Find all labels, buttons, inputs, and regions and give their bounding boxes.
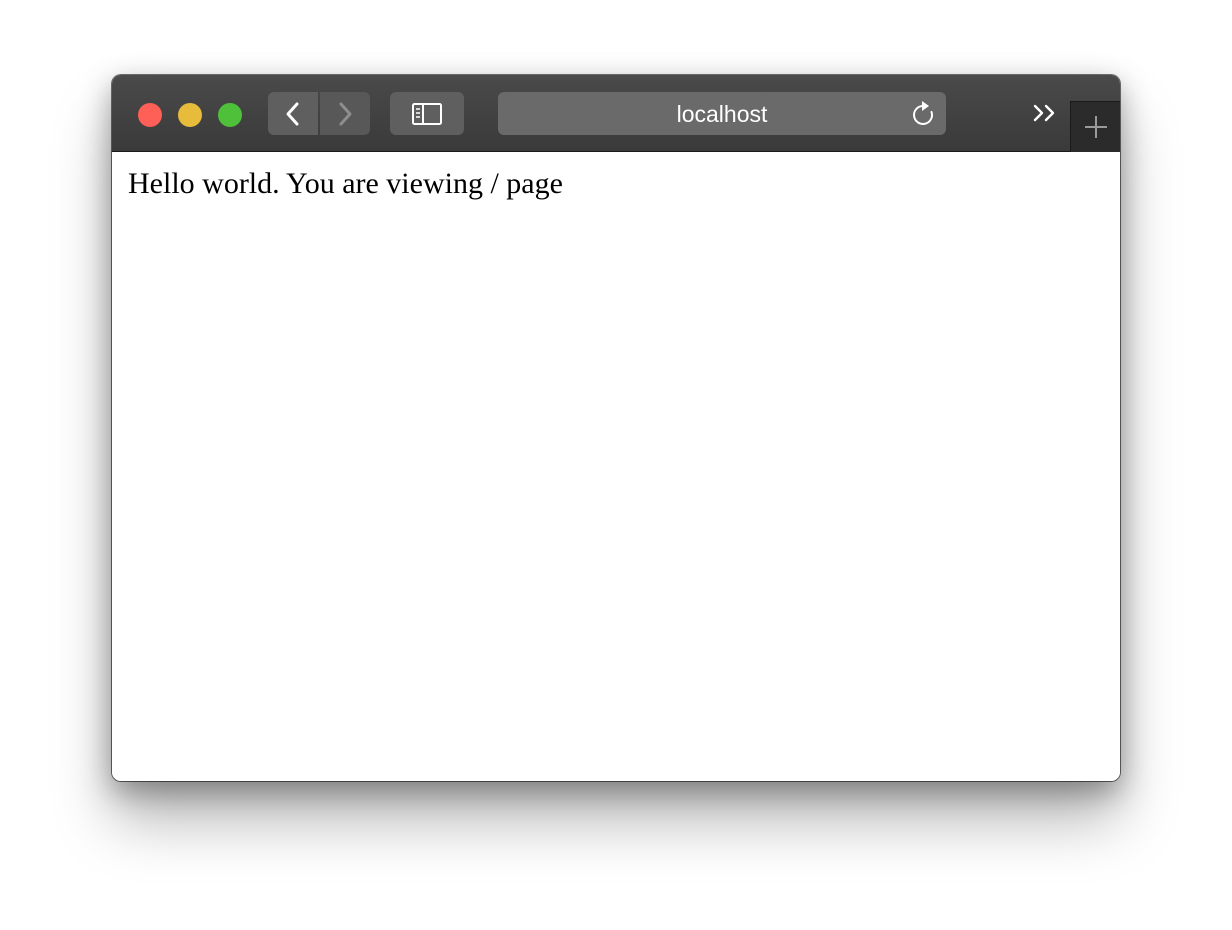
page-body-text: Hello world. You are viewing / page bbox=[128, 167, 563, 200]
browser-toolbar: localhost bbox=[112, 75, 1120, 152]
forward-button[interactable] bbox=[320, 92, 370, 135]
reload-icon[interactable] bbox=[910, 101, 936, 127]
sidebar-icon bbox=[412, 102, 442, 125]
chevron-left-icon bbox=[286, 102, 299, 125]
chevron-right-icon bbox=[339, 102, 352, 125]
new-tab-button[interactable] bbox=[1070, 101, 1120, 152]
sidebar-toggle-button[interactable] bbox=[390, 92, 464, 135]
page-content: Hello world. You are viewing / page bbox=[112, 152, 1120, 781]
minimize-window-button[interactable] bbox=[178, 103, 202, 127]
plus-icon bbox=[1085, 116, 1107, 138]
browser-window: localhost Hello world. You are viewing /… bbox=[112, 75, 1120, 781]
back-button[interactable] bbox=[268, 92, 318, 135]
zoom-window-button[interactable] bbox=[218, 103, 242, 127]
address-url[interactable]: localhost bbox=[498, 92, 946, 135]
close-window-button[interactable] bbox=[138, 103, 162, 127]
address-bar[interactable]: localhost bbox=[498, 92, 946, 135]
double-chevron-right-icon[interactable] bbox=[1030, 101, 1060, 127]
